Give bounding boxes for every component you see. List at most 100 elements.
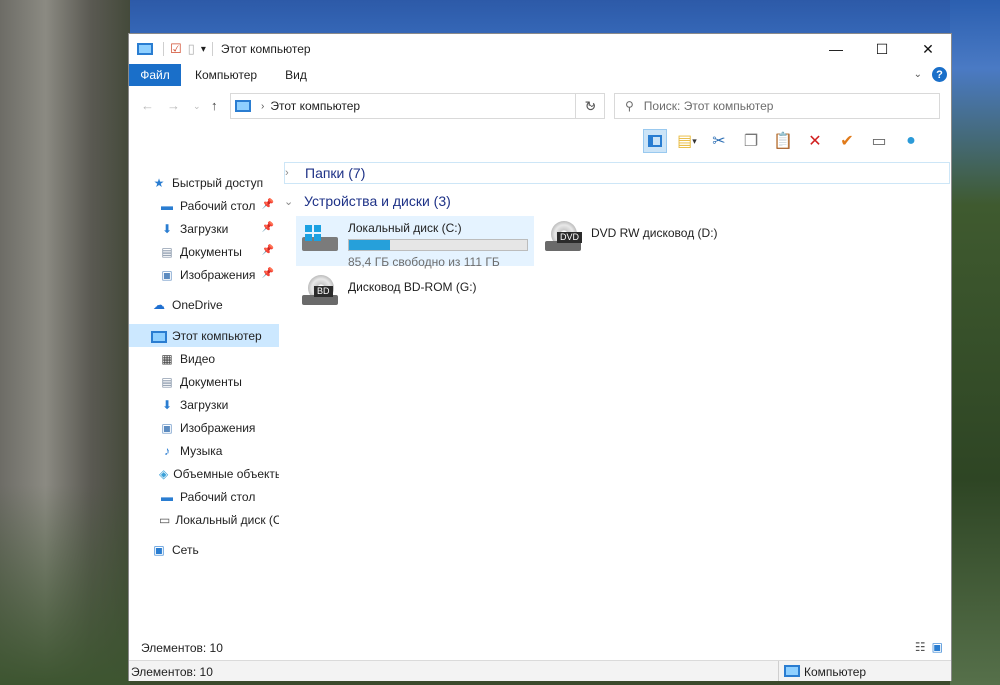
up-arrow-icon[interactable]: ↑ [211,98,218,113]
sidebar-item-label: Рабочий стол [180,489,256,504]
pin-icon[interactable]: 📌 [262,199,274,210]
drive-name: Локальный диск (C:) [348,221,462,235]
computer-icon [151,330,167,343]
help-button[interactable]: ? [932,67,947,82]
sidebar-item-desktop[interactable]: ▬ Рабочий стол [129,485,279,508]
divider [163,42,164,56]
desktop-icon: ▬ [161,489,173,504]
refresh-button[interactable]: ↻ [575,93,605,119]
sidebar-item-network[interactable]: ▣ Сеть [129,538,279,561]
sidebar-item-label: Этот компьютер [172,328,262,343]
sidebar-item-label: Изображения [180,267,256,282]
properties-icon[interactable]: ☑ [170,41,182,57]
paste-icon[interactable]: 📋 [771,129,795,153]
large-icons-view-icon[interactable]: ▣ [932,640,943,654]
music-icon: ♪ [164,443,170,458]
sidebar-item-label: Объемные объекты [173,466,279,481]
minimize-button[interactable]: — [813,34,859,64]
sidebar-item-label: Сеть [172,542,199,557]
sidebar-item-3d-objects[interactable]: ◈ Объемные объекты [129,462,279,485]
sidebar-item-label: Изображения [180,420,256,435]
back-arrow-icon[interactable]: ← [141,98,154,113]
copy-icon[interactable]: ❐ [739,129,763,153]
close-button[interactable]: ✕ [905,34,951,64]
divider [778,661,779,681]
sidebar-item-quick-access[interactable]: ★ Быстрый доступ [129,171,279,194]
maximize-button[interactable]: ☐ [859,34,905,64]
customize-dropdown-icon[interactable]: ▾ [201,44,206,55]
download-icon: ⬇ [161,397,173,412]
details-view-icon[interactable]: ☷ [915,640,926,654]
group-devices[interactable]: ⌄ Устройства и диски (3) [284,190,950,212]
new-folder-icon[interactable]: ▯ [188,41,195,57]
download-icon: ⬇ [161,221,173,236]
sidebar-item-pictures-pinned[interactable]: ▣ Изображения 📌 [129,263,279,286]
sidebar-item-label: Загрузки [180,397,229,412]
dvd-drive-icon: DVD [543,219,583,259]
quick-access-toolbar: ☑ ▯ ▾ [129,41,213,57]
document-icon: ▤ [161,374,173,389]
status-items-count: Элементов: 10 [131,665,213,679]
sidebar-item-video[interactable]: ▦ Видео [129,347,279,370]
sidebar-item-pictures[interactable]: ▣ Изображения [129,416,279,439]
sidebar-item-downloads[interactable]: ⬇ Загрузки [129,393,279,416]
computer-icon [235,99,255,114]
pin-icon[interactable]: 📌 [262,245,274,256]
sidebar-item-documents-pinned[interactable]: ▤ Документы 📌 [129,240,279,263]
computer-icon [784,664,804,679]
command-toolbar: ▤ ▾ ✂ ❐ 📋 ✕ ✔ ▭ ● [643,127,923,155]
3d-objects-icon: ◈ [159,466,169,481]
recent-locations-icon[interactable]: ⌄ [193,101,201,112]
pin-icon[interactable]: 📌 [262,222,274,233]
computer-icon [137,42,157,57]
chevron-right-icon: › [285,167,289,179]
ribbon-tabs: Файл Компьютер Вид ⌄ ? [129,64,951,86]
forward-arrow-icon[interactable]: → [167,98,180,113]
drive-badge: BD [314,286,333,297]
expand-ribbon-icon[interactable]: ⌄ [914,69,922,80]
pane-icon[interactable] [643,129,667,153]
sidebar-item-local-disk[interactable]: ▭ Локальный диск (C:) [129,508,279,531]
drive-c[interactable]: Локальный диск (C:) 85,4 ГБ свободно из … [296,216,534,269]
drive-g[interactable]: BD Дисковод BD-ROM (G:) [300,273,540,319]
sidebar-item-documents[interactable]: ▤ Документы [129,370,279,393]
sidebar-item-label: Видео [180,351,216,366]
cut-icon[interactable]: ✂ [707,129,731,153]
tab-view[interactable]: Вид [271,64,321,86]
ribbon-right-controls: ⌄ ? [914,67,947,82]
file-explorer-window: ☑ ▯ ▾ Этот компьютер — ☐ ✕ Файл Компьюте… [128,33,952,681]
tab-file[interactable]: Файл [129,64,181,86]
delete-icon[interactable]: ✕ [803,129,827,153]
search-input[interactable]: ⚲ Поиск: Этот компьютер [614,93,940,119]
sidebar-item-music[interactable]: ♪ Музыка [129,439,279,462]
pin-icon[interactable]: 📌 [262,268,274,279]
breadcrumb[interactable]: Этот компьютер [270,99,360,113]
content-area: › Папки (7) ⌄ Устройства и диски (3) Лок… [280,159,951,629]
drive-d[interactable]: DVD DVD RW дисковод (D:) [543,219,783,265]
sidebar-item-desktop-pinned[interactable]: ▬ Рабочий стол 📌 [129,194,279,217]
check-icon[interactable]: ✔ [835,129,859,153]
pictures-icon: ▣ [161,267,173,282]
network-icon: ▣ [153,542,165,557]
drive-name: DVD RW дисковод (D:) [591,226,718,240]
sidebar-item-label: Рабочий стол [180,198,256,213]
new-folder-icon[interactable]: ▤ ▾ [675,129,699,153]
sidebar-item-label: Локальный диск (C:) [175,512,279,527]
windows-drive-icon [300,219,340,259]
group-folders[interactable]: › Папки (7) [284,162,950,184]
star-icon: ★ [153,175,165,190]
globe-icon[interactable]: ● [899,129,923,153]
cloud-icon: ☁ [153,297,165,312]
sidebar-item-downloads-pinned[interactable]: ⬇ Загрузки 📌 [129,217,279,240]
drive-usage-bar [348,239,528,251]
divider [211,42,213,56]
group-label: Папки (7) [305,165,366,181]
sidebar-item-onedrive[interactable]: ☁ OneDrive [129,293,279,316]
rename-icon[interactable]: ▭ [867,129,891,153]
address-bar[interactable]: › Этот компьютер ⌄ [230,93,605,119]
tab-computer[interactable]: Компьютер [181,64,271,86]
pictures-icon: ▣ [161,420,173,435]
sidebar-item-this-pc[interactable]: Этот компьютер [129,324,279,347]
group-label: Устройства и диски (3) [304,193,451,209]
sidebar-item-label: Быстрый доступ [172,175,264,190]
